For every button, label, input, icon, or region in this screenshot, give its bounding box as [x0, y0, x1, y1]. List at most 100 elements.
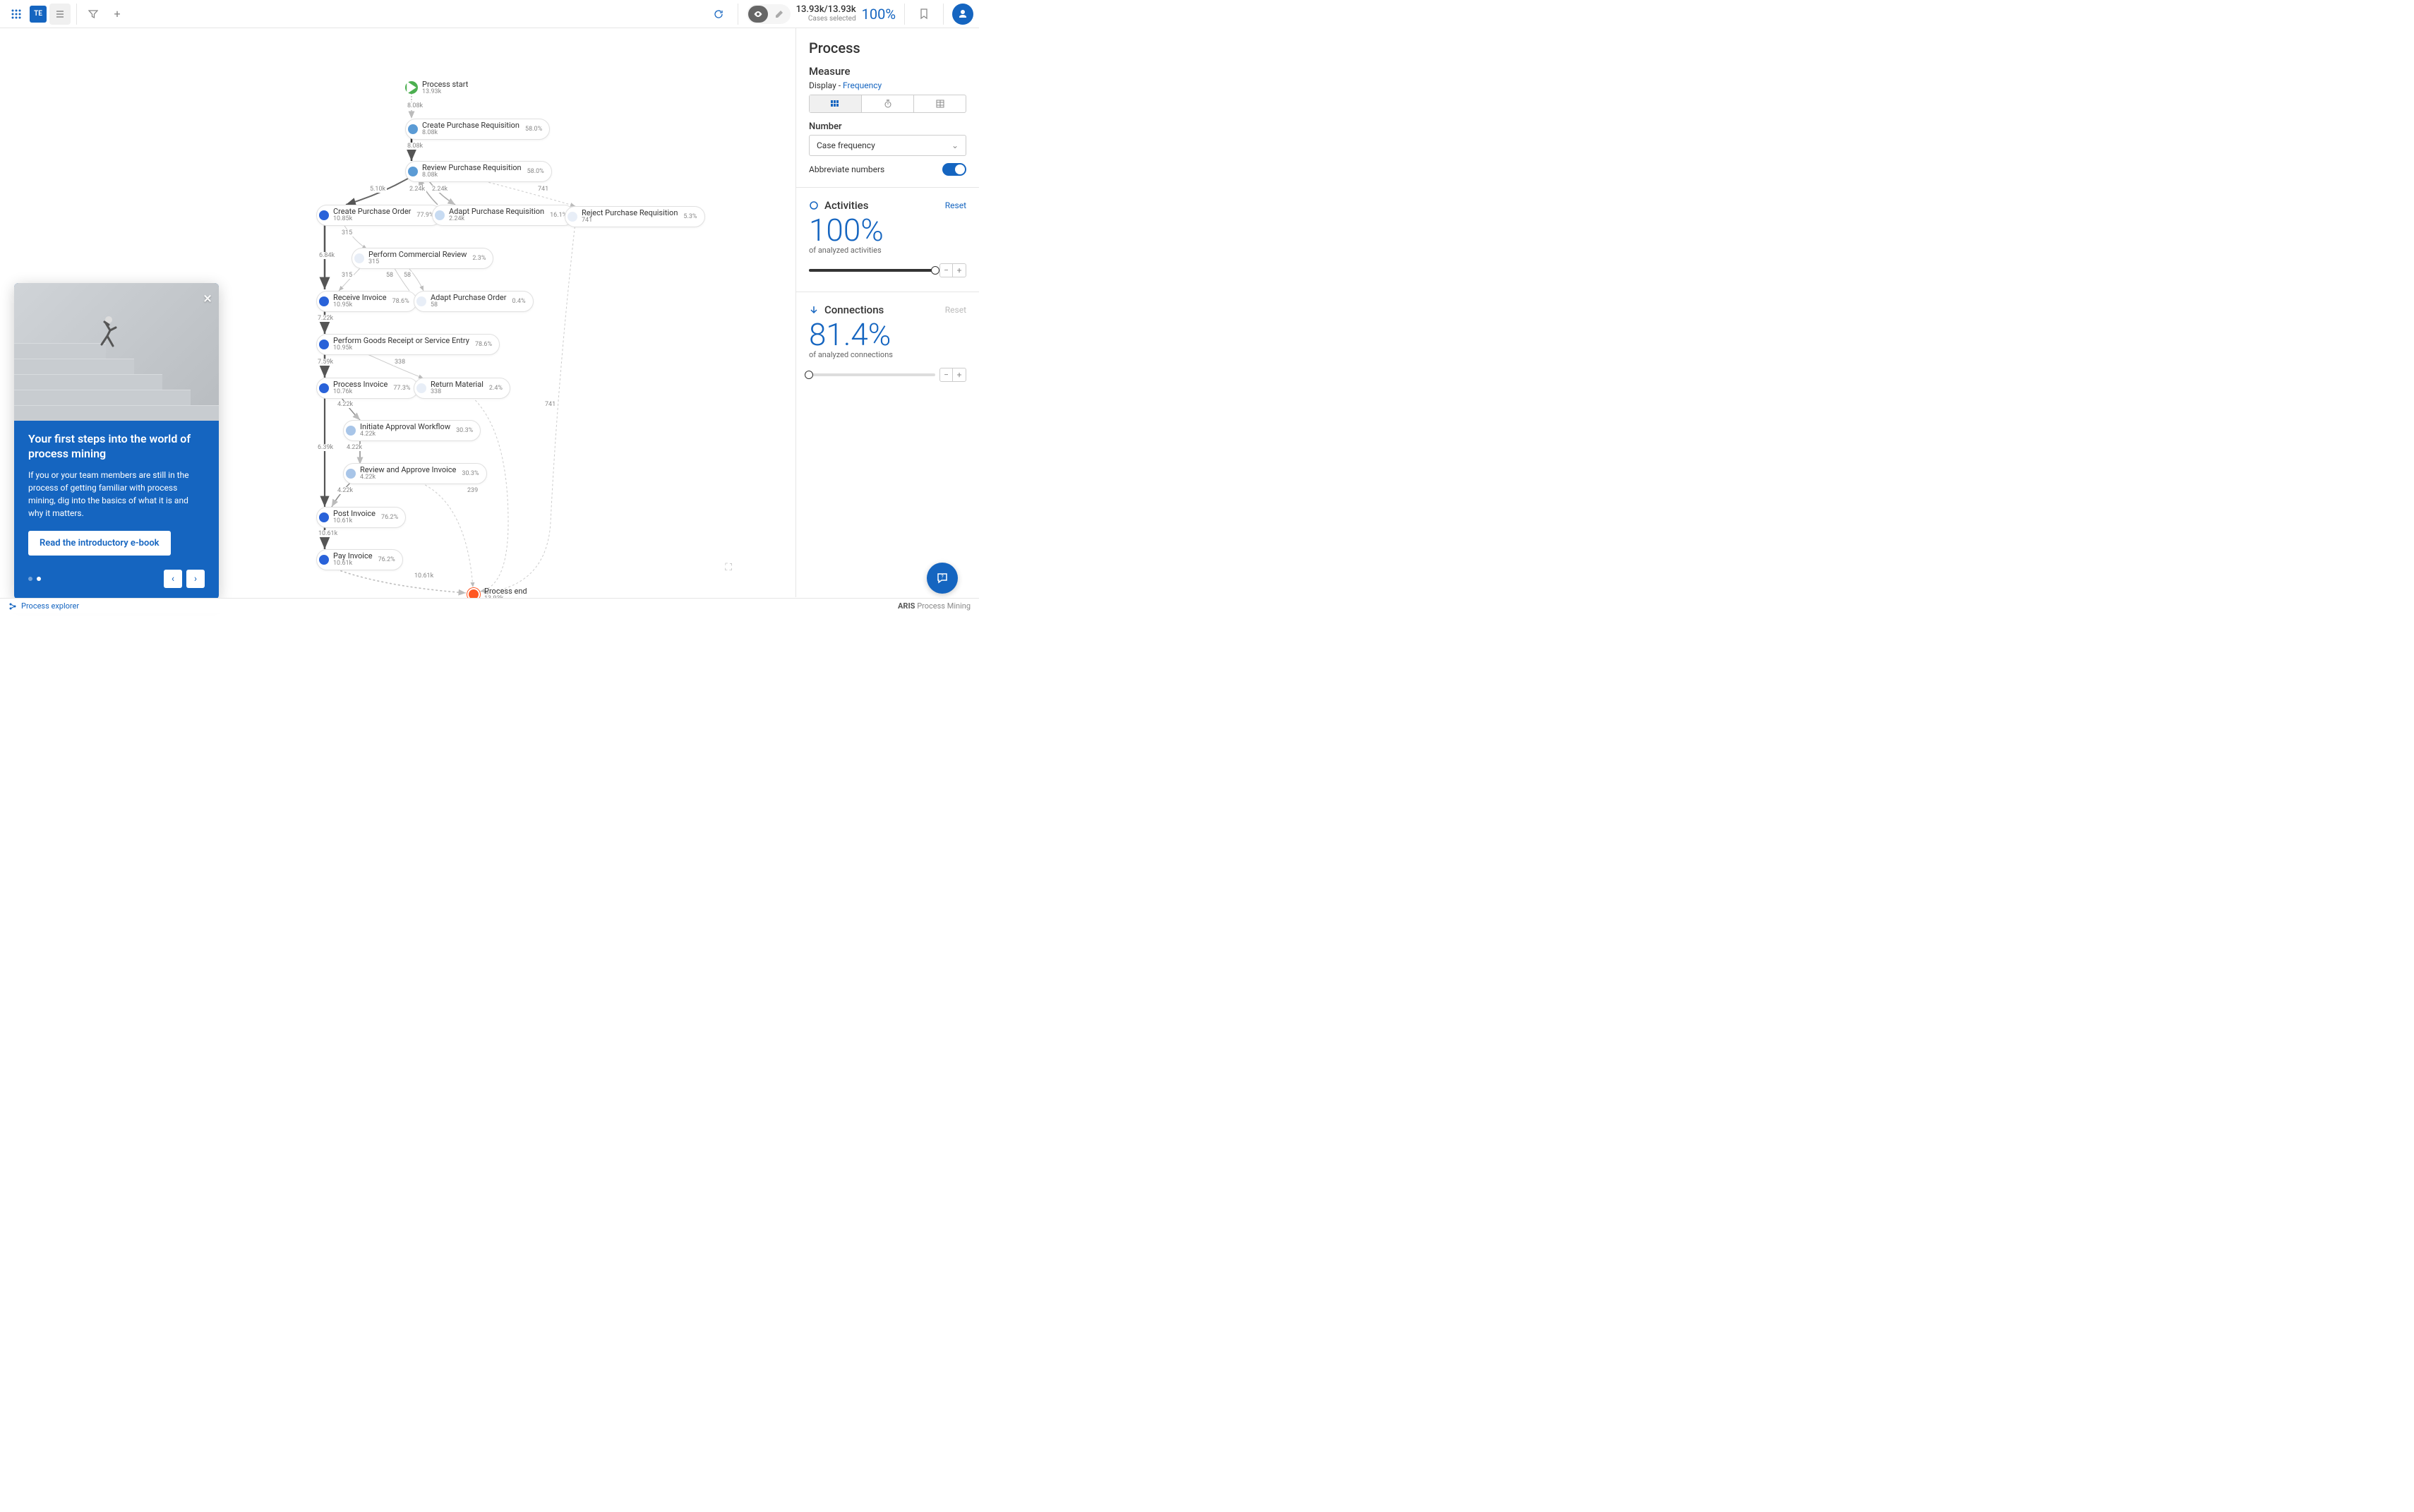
node-return-material[interactable]: Return Material338 2.4% — [414, 378, 510, 399]
view-mode-edit-icon[interactable] — [769, 6, 789, 23]
node-adapt-requisition[interactable]: Adapt Purchase Requisition2.24k 16.1% — [432, 205, 575, 226]
measure-table-icon[interactable] — [914, 95, 966, 112]
edge-label: 58 — [402, 272, 412, 279]
view-mode-eye-icon[interactable] — [748, 6, 768, 23]
measure-frequency-icon[interactable] — [810, 95, 862, 112]
promo-dot[interactable] — [28, 577, 32, 581]
promo-title: Your first steps into the world of proce… — [28, 432, 205, 462]
connections-slider[interactable] — [809, 373, 935, 376]
promo-image: × — [14, 283, 219, 421]
display-label: Display - Frequency — [809, 80, 966, 90]
edge-label: 4.22k — [345, 444, 364, 451]
node-create-order[interactable]: Create Purchase Order10.85k 77.9% — [316, 205, 442, 226]
edge-label: 239 — [466, 487, 479, 494]
cases-selected: 13.93k/13.93k Cases selected — [796, 5, 856, 23]
bookmark-icon[interactable] — [913, 4, 935, 25]
svg-text:?: ? — [941, 575, 944, 580]
arrow-down-icon — [809, 305, 819, 315]
edge-label: 315 — [340, 272, 354, 279]
edge-label: 338 — [393, 359, 407, 366]
edge-label: 6.39k — [316, 444, 335, 451]
process-sidebar: Process Measure Display - Frequency Numb… — [795, 28, 979, 597]
connections-value: 81.4% — [809, 319, 966, 350]
activities-plus[interactable]: + — [953, 264, 966, 277]
connections-minus[interactable]: − — [940, 368, 953, 381]
connections-sub: of analyzed connections — [809, 350, 966, 359]
measure-segmented — [809, 95, 966, 113]
runner-icon — [92, 315, 120, 357]
edge-label: 7.59k — [316, 359, 335, 366]
number-select[interactable]: Case frequency — [809, 135, 966, 156]
promo-dot[interactable] — [37, 577, 41, 581]
connections-reset[interactable]: Reset — [945, 305, 966, 315]
activities-sub: of analyzed activities — [809, 246, 966, 255]
activities-value: 100% — [809, 215, 966, 246]
help-button[interactable]: ? — [927, 563, 958, 594]
circle-icon — [809, 200, 819, 210]
explorer-icon — [8, 602, 17, 611]
display-value-link[interactable]: Frequency — [843, 80, 882, 90]
menu-icon[interactable] — [49, 4, 71, 25]
refresh-icon[interactable] — [708, 4, 729, 25]
user-avatar[interactable] — [952, 4, 973, 25]
node-pay-invoice[interactable]: Pay Invoice10.61k 76.2% — [316, 549, 403, 570]
edge-label: 8.08k — [406, 143, 424, 150]
topbar: TE + 13.93k/13.93k Cases selected 100% — [0, 0, 979, 28]
promo-prev-button[interactable]: ‹ — [164, 570, 182, 588]
edge-label: 8.08k — [406, 102, 424, 109]
edge-label: 6.84k — [318, 252, 336, 259]
activities-reset[interactable]: Reset — [945, 200, 966, 210]
edge-label: 2.24k — [431, 186, 449, 193]
node-review-requisition[interactable]: Review Purchase Requisition8.08k 58.0% — [405, 161, 552, 182]
edge-label: 315 — [340, 229, 354, 236]
node-process-invoice[interactable]: Process Invoice10.76k 77.3% — [316, 378, 419, 399]
node-reject-requisition[interactable]: Reject Purchase Requisition741 5.3% — [565, 206, 705, 227]
view-mode-toggle — [747, 4, 791, 24]
node-adapt-order[interactable]: Adapt Purchase Order58 0.4% — [414, 291, 534, 312]
node-commercial-review[interactable]: Perform Commercial Review315 2.3% — [352, 248, 493, 269]
promo-text: If you or your team members are still in… — [28, 469, 205, 520]
project-badge[interactable]: TE — [30, 6, 47, 23]
edge-label: 10.61k — [413, 572, 435, 580]
promo-cta-button[interactable]: Read the introductory e-book — [28, 531, 171, 556]
process-start-dot[interactable] — [405, 81, 418, 94]
overview-icon[interactable]: ⛶ — [725, 562, 732, 573]
connections-heading: Connections — [809, 304, 884, 316]
node-review-approve-invoice[interactable]: Review and Approve Invoice4.22k 30.3% — [343, 463, 487, 484]
edge-label: 7.22k — [316, 315, 335, 322]
footer-brand: ARIS Process Mining — [898, 601, 971, 611]
promo-dots — [28, 577, 41, 581]
node-receive-invoice[interactable]: Receive Invoice10.95k 78.6% — [316, 291, 417, 312]
edge-label: 741 — [544, 401, 557, 408]
process-start-label: Process start 13.93k — [422, 80, 468, 96]
promo-card: × Your first steps into the world of pro… — [14, 283, 219, 599]
measure-heading: Measure — [809, 65, 966, 78]
edge-label: 4.22k — [336, 487, 354, 494]
sidebar-title: Process — [809, 40, 966, 56]
edge-label: 4.22k — [336, 401, 354, 408]
node-goods-receipt[interactable]: Perform Goods Receipt or Service Entry10… — [316, 334, 500, 355]
cases-label: Cases selected — [796, 15, 856, 23]
connections-plus[interactable]: + — [953, 368, 966, 381]
edge-label: 58 — [385, 272, 395, 279]
node-create-requisition[interactable]: Create Purchase Requisition8.08k 58.0% — [405, 119, 550, 140]
node-post-invoice[interactable]: Post Invoice10.61k 76.2% — [316, 507, 406, 528]
edge-label: 10.61k — [317, 530, 339, 537]
number-label: Number — [809, 121, 966, 132]
footer: Process explorer ARIS Process Mining — [0, 598, 979, 613]
footer-breadcrumb[interactable]: Process explorer — [8, 601, 79, 611]
edge-label: 5.10k — [368, 186, 387, 193]
cases-count: 13.93k/13.93k — [796, 5, 856, 15]
activities-slider[interactable] — [809, 269, 935, 272]
filter-icon[interactable] — [83, 4, 104, 25]
apps-icon[interactable] — [6, 4, 27, 25]
edge-label: 741 — [536, 186, 550, 193]
abbreviate-toggle[interactable] — [942, 163, 966, 176]
promo-next-button[interactable]: › — [186, 570, 205, 588]
measure-time-icon[interactable] — [862, 95, 914, 112]
close-icon[interactable]: × — [203, 290, 212, 308]
activities-minus[interactable]: − — [940, 264, 953, 277]
node-approval-workflow[interactable]: Initiate Approval Workflow4.22k 30.3% — [343, 420, 481, 441]
add-icon[interactable]: + — [107, 4, 128, 25]
activities-heading: Activities — [809, 199, 868, 212]
